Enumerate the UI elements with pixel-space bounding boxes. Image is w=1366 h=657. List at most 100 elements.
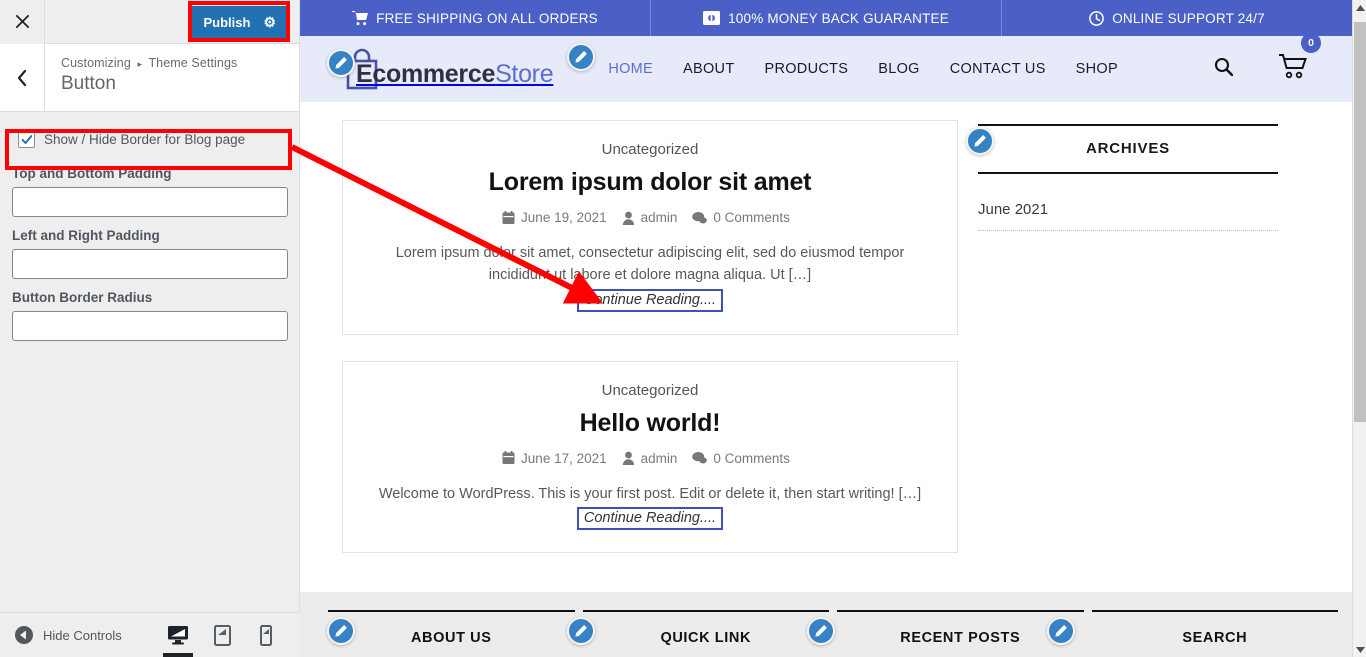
device-tablet-button[interactable]	[210, 619, 234, 651]
edit-shortcut-navigation[interactable]	[567, 43, 595, 71]
customizer-panel: Publish ⚙ Customizing ▸ Theme Settings B…	[0, 0, 300, 657]
site-header: EcommerceStore HOME ABOUT PRODUCTS BLOG …	[300, 33, 1352, 102]
promo-item-free-shipping-label: FREE SHIPPING ON ALL ORDERS	[376, 10, 598, 26]
button-border-radius-input[interactable]	[12, 311, 288, 341]
edit-shortcut-footer-search[interactable]	[1047, 617, 1075, 645]
calendar-icon	[502, 210, 515, 224]
gear-icon[interactable]: ⚙	[263, 15, 276, 29]
nav-item-home[interactable]: HOME	[608, 61, 653, 77]
field-button-border-radius-label: Button Border Radius	[12, 290, 153, 305]
promo-item-money-back-label: 100% MONEY BACK GUARANTEE	[728, 10, 949, 26]
edit-shortcut-logo[interactable]	[327, 49, 355, 77]
post-comments: 0 Comments	[692, 210, 790, 225]
blog-sidebar: ARCHIVES June 2021	[978, 120, 1278, 578]
pencil-icon	[335, 625, 347, 637]
scrollbar-thumb[interactable]	[1354, 22, 1366, 422]
money-icon	[703, 11, 721, 25]
post-category[interactable]: Uncategorized	[373, 382, 927, 399]
post-excerpt: Welcome to WordPress. This is your first…	[378, 485, 922, 502]
continue-reading-link[interactable]: Continue Reading....	[576, 507, 724, 531]
scroll-down-arrow-icon[interactable]	[1353, 642, 1366, 657]
scroll-up-arrow-icon[interactable]	[1353, 0, 1366, 15]
field-left-right-padding: Left and Right Padding	[12, 228, 288, 279]
comments-icon	[692, 452, 708, 464]
device-preview-switcher	[163, 619, 300, 657]
post-card: Uncategorized Hello world! June 17, 2021	[342, 360, 958, 554]
archives-widget-title: ARCHIVES	[978, 124, 1278, 174]
show-hide-border-checkbox[interactable]	[18, 131, 35, 148]
site-logo-text: EcommerceStore	[356, 60, 554, 89]
edit-shortcut-sidebar[interactable]	[966, 127, 994, 155]
post-author: admin	[622, 451, 677, 466]
field-top-bottom-padding: Top and Bottom Padding	[12, 166, 288, 217]
vertical-scrollbar[interactable]	[1352, 0, 1366, 657]
footer-column-about-us: ABOUT US	[328, 592, 575, 657]
top-bottom-padding-input[interactable]	[12, 187, 288, 217]
customizer-titles: Customizing ▸ Theme Settings Button	[45, 44, 237, 111]
hide-controls-label: Hide Controls	[43, 627, 122, 643]
footer-title: QUICK LINK	[582, 610, 829, 646]
publish-button-wrap: Publish ⚙	[191, 6, 288, 38]
post-date: June 19, 2021	[502, 210, 607, 225]
promo-item-money-back: 100% MONEY BACK GUARANTEE	[651, 0, 1002, 36]
nav-item-about[interactable]: ABOUT	[683, 61, 734, 77]
calendar-icon	[502, 451, 515, 465]
search-icon[interactable]	[1214, 57, 1234, 81]
device-mobile-button[interactable]	[254, 619, 278, 651]
breadcrumb-separator-icon: ▸	[137, 59, 143, 69]
footer-column-search: SEARCH	[1091, 592, 1338, 657]
collapse-icon	[14, 625, 34, 645]
archives-item[interactable]: June 2021	[978, 201, 1278, 231]
footer-title: SEARCH	[1091, 610, 1338, 646]
show-hide-border-label: Show / Hide Border for Blog page	[44, 132, 246, 147]
publish-button-label: Publish	[203, 14, 251, 30]
pencil-icon	[1055, 625, 1067, 637]
post-title[interactable]: Hello world!	[373, 409, 927, 438]
post-excerpt: Lorem ipsum dolor sit amet, consectetur …	[395, 245, 905, 284]
main-navigation: HOME ABOUT PRODUCTS BLOG CONTACT US SHOP	[608, 61, 1118, 77]
breadcrumb-root[interactable]: Customizing	[61, 56, 131, 70]
post-comments-label: 0 Comments	[713, 210, 790, 225]
nav-item-shop[interactable]: SHOP	[1076, 61, 1118, 77]
customizer-controls: Show / Hide Border for Blog page Top and…	[0, 112, 299, 341]
promo-item-online-support: ONLINE SUPPORT 24/7	[1002, 0, 1352, 36]
post-author-label: admin	[640, 210, 678, 225]
nav-item-contact-us[interactable]: CONTACT US	[950, 61, 1046, 77]
post-meta: June 17, 2021 admin 0 Comments	[373, 451, 927, 466]
edit-shortcut-footer-recent[interactable]	[807, 617, 835, 645]
cart-icon[interactable]: 0	[1278, 33, 1321, 85]
pencil-icon	[815, 625, 827, 637]
post-list: Uncategorized Lorem ipsum dolor sit amet…	[342, 120, 958, 578]
user-icon	[622, 452, 634, 466]
publish-button[interactable]: Publish ⚙	[191, 6, 288, 38]
post-title[interactable]: Lorem ipsum dolor sit amet	[373, 168, 927, 197]
device-desktop-button[interactable]	[163, 619, 193, 657]
close-icon[interactable]	[0, 0, 45, 44]
pencil-icon	[575, 625, 587, 637]
footer-column-quick-link: QUICK LINK	[582, 592, 829, 657]
site-logo[interactable]: EcommerceStore	[342, 47, 554, 91]
customizer-topbar: Publish ⚙	[0, 0, 299, 44]
post-comments-label: 0 Comments	[713, 450, 790, 466]
show-hide-border-control[interactable]: Show / Hide Border for Blog page	[12, 124, 287, 155]
header-actions: 0	[1214, 33, 1321, 102]
post-date-label: June 17, 2021	[521, 450, 607, 466]
left-right-padding-input[interactable]	[12, 249, 288, 279]
continue-reading-link[interactable]: Continue Reading....	[576, 288, 724, 312]
hide-controls-button[interactable]: Hide Controls	[0, 625, 122, 645]
nav-item-products[interactable]: PRODUCTS	[764, 61, 848, 77]
post-comments: 0 Comments	[692, 451, 790, 466]
page-title: Button	[61, 73, 116, 94]
field-left-right-padding-label: Left and Right Padding	[12, 228, 160, 243]
field-button-border-radius: Button Border Radius	[12, 290, 288, 341]
breadcrumb-parent[interactable]: Theme Settings	[148, 56, 237, 70]
footer-title: ABOUT US	[328, 610, 575, 646]
promo-item-online-support-label: ONLINE SUPPORT 24/7	[1112, 10, 1265, 26]
edit-shortcut-footer-about[interactable]	[327, 617, 355, 645]
post-category[interactable]: Uncategorized	[373, 141, 927, 158]
post-meta: June 19, 2021 admin 0 Comments	[373, 210, 927, 225]
nav-item-blog[interactable]: BLOG	[878, 61, 920, 77]
back-button[interactable]	[0, 44, 45, 111]
post-date-label: June 19, 2021	[521, 210, 607, 225]
edit-shortcut-footer-quicklink[interactable]	[567, 617, 595, 645]
